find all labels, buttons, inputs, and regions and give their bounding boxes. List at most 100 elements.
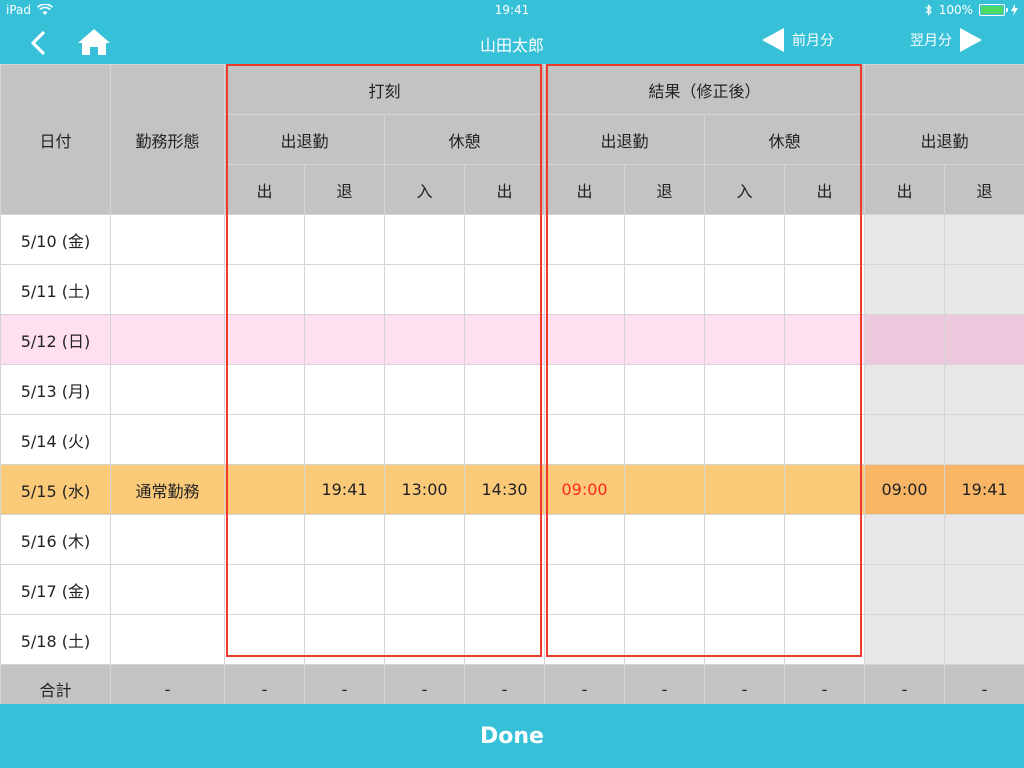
table-row[interactable]: 5/16 (木): [0, 514, 1024, 565]
result-break-out-cell[interactable]: [784, 314, 866, 365]
punch-in-cell[interactable]: [224, 314, 305, 365]
result-out-cell[interactable]: [624, 264, 706, 315]
punch-in-cell[interactable]: [224, 214, 305, 265]
header-result-break-out: 出: [784, 164, 866, 215]
punch-in-cell[interactable]: [224, 614, 305, 665]
punch-break-in-cell[interactable]: [384, 364, 465, 415]
extra-out-cell: 19:41: [944, 464, 1024, 515]
header-result-in: 出: [544, 164, 626, 215]
result-out-cell[interactable]: [624, 564, 706, 615]
punch-out-cell[interactable]: 19:41: [304, 464, 385, 515]
result-out-cell[interactable]: [624, 414, 706, 465]
punch-break-out-cell[interactable]: [463, 414, 546, 465]
result-in-cell[interactable]: [544, 414, 626, 465]
punch-out-cell[interactable]: [304, 414, 385, 465]
result-break-in-cell[interactable]: [704, 364, 786, 415]
punch-out-cell[interactable]: [304, 314, 385, 365]
result-break-out-cell[interactable]: [784, 564, 866, 615]
extra-in-cell: [864, 264, 946, 315]
punch-break-out-cell[interactable]: [463, 514, 546, 565]
extra-out-cell: [944, 414, 1024, 465]
next-month-label: 翌月分: [910, 33, 952, 49]
result-break-out-cell[interactable]: [784, 614, 866, 665]
punch-break-out-cell[interactable]: [463, 614, 546, 665]
result-out-cell[interactable]: [624, 464, 706, 515]
result-out-cell[interactable]: [624, 514, 706, 565]
result-out-cell[interactable]: [624, 364, 706, 415]
punch-break-in-cell[interactable]: [384, 214, 465, 265]
next-month-button[interactable]: 翌月分: [910, 28, 982, 52]
punch-out-cell[interactable]: [304, 564, 385, 615]
table-row[interactable]: 5/12 (日): [0, 314, 1024, 365]
punch-break-in-cell[interactable]: [384, 264, 465, 315]
result-in-cell[interactable]: [544, 514, 626, 565]
table-row[interactable]: 5/17 (金): [0, 564, 1024, 615]
punch-break-in-cell[interactable]: [384, 614, 465, 665]
result-break-in-cell[interactable]: [704, 264, 786, 315]
worktype-cell: [110, 564, 225, 615]
extra-in-cell: [864, 314, 946, 365]
attendance-table-area: 日付 勤務形態 打刻 結果（修正後） 出退勤 休憩 出退勤 休憩 出退勤 出 退…: [0, 64, 1024, 714]
date-cell: 5/15 (水): [0, 464, 111, 515]
result-break-out-cell[interactable]: [784, 364, 866, 415]
table-row[interactable]: 5/11 (土): [0, 264, 1024, 315]
punch-out-cell[interactable]: [304, 514, 385, 565]
table-row-today[interactable]: 5/15 (水) 通常勤務 19:41 13:00 14:30 09:00 09…: [0, 464, 1024, 515]
table-row[interactable]: 5/18 (土): [0, 614, 1024, 665]
result-break-out-cell[interactable]: [784, 214, 866, 265]
result-break-out-cell[interactable]: [784, 264, 866, 315]
punch-break-out-cell[interactable]: [463, 364, 546, 415]
result-out-cell[interactable]: [624, 214, 706, 265]
punch-break-in-cell[interactable]: [384, 314, 465, 365]
result-break-out-cell[interactable]: [784, 464, 866, 515]
punch-break-out-cell[interactable]: [463, 314, 546, 365]
result-in-cell[interactable]: [544, 564, 626, 615]
extra-out-cell: [944, 364, 1024, 415]
punch-in-cell[interactable]: [224, 564, 305, 615]
done-button[interactable]: Done: [0, 724, 1024, 749]
punch-break-in-cell[interactable]: [384, 514, 465, 565]
table-row[interactable]: 5/14 (火): [0, 414, 1024, 465]
punch-in-cell[interactable]: [224, 514, 305, 565]
result-in-cell[interactable]: [544, 314, 626, 365]
result-in-cell[interactable]: [544, 364, 626, 415]
result-in-cell[interactable]: [544, 214, 626, 265]
punch-break-in-cell[interactable]: [384, 564, 465, 615]
punch-in-cell[interactable]: [224, 364, 305, 415]
result-break-in-cell[interactable]: [704, 414, 786, 465]
punch-break-out-cell[interactable]: 14:30: [463, 464, 546, 515]
punch-in-cell[interactable]: [224, 464, 305, 515]
punch-break-in-cell[interactable]: [384, 414, 465, 465]
table-row[interactable]: 5/10 (金): [0, 214, 1024, 265]
result-break-in-cell[interactable]: [704, 314, 786, 365]
worktype-cell: [110, 214, 225, 265]
punch-in-cell[interactable]: [224, 414, 305, 465]
punch-break-out-cell[interactable]: [463, 564, 546, 615]
result-in-cell[interactable]: [544, 614, 626, 665]
result-break-out-cell[interactable]: [784, 414, 866, 465]
result-break-in-cell[interactable]: [704, 564, 786, 615]
punch-break-in-cell[interactable]: 13:00: [384, 464, 465, 515]
punch-out-cell[interactable]: [304, 214, 385, 265]
punch-out-cell[interactable]: [304, 264, 385, 315]
result-in-cell[interactable]: 09:00: [544, 464, 626, 515]
result-break-in-cell[interactable]: [704, 464, 786, 515]
prev-month-label: 前月分: [792, 33, 834, 49]
punch-in-cell[interactable]: [224, 264, 305, 315]
punch-break-out-cell[interactable]: [463, 264, 546, 315]
result-break-out-cell[interactable]: [784, 514, 866, 565]
result-out-cell[interactable]: [624, 614, 706, 665]
charging-icon: [1011, 4, 1018, 16]
punch-out-cell[interactable]: [304, 614, 385, 665]
result-out-cell[interactable]: [624, 314, 706, 365]
table-row[interactable]: 5/13 (月): [0, 364, 1024, 415]
result-break-in-cell[interactable]: [704, 214, 786, 265]
punch-break-out-cell[interactable]: [463, 214, 546, 265]
bluetooth-icon: [925, 4, 932, 16]
header-punch-break-out: 出: [463, 164, 546, 215]
result-break-in-cell[interactable]: [704, 514, 786, 565]
punch-out-cell[interactable]: [304, 364, 385, 415]
prev-month-button[interactable]: 前月分: [762, 28, 834, 52]
result-in-cell[interactable]: [544, 264, 626, 315]
result-break-in-cell[interactable]: [704, 614, 786, 665]
